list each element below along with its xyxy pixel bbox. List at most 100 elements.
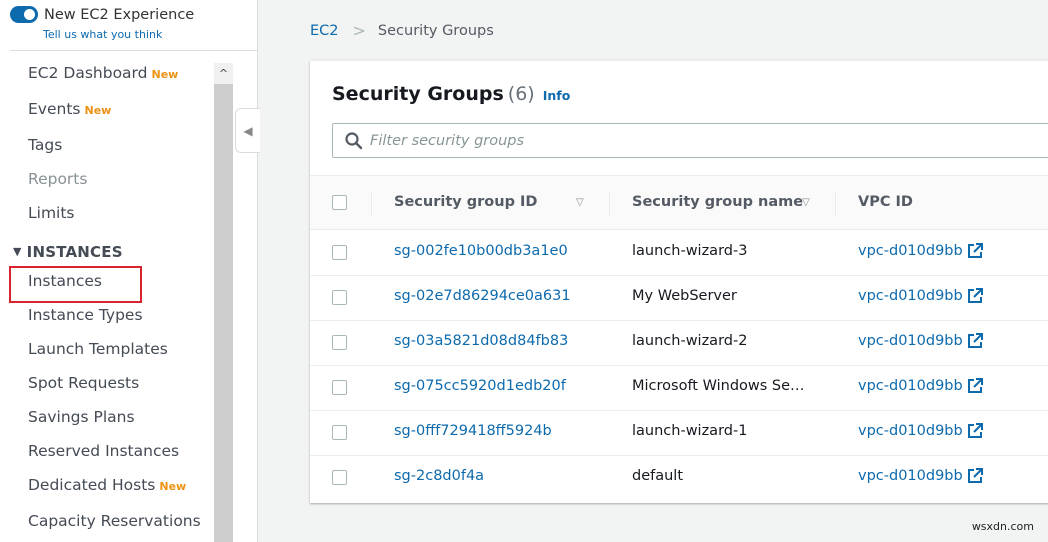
- security-group-id-link[interactable]: sg-075cc5920d1edb20f: [394, 378, 566, 394]
- external-link-icon: [967, 468, 983, 483]
- vpc-id-link[interactable]: vpc-d010d9bb: [858, 288, 983, 304]
- watermark: wsxdn.com: [971, 520, 1034, 533]
- sidebar-section-instances[interactable]: ▼ INSTANCES: [13, 243, 123, 261]
- sidebar-item-label: Reports: [28, 170, 88, 188]
- search-field[interactable]: [332, 123, 1048, 158]
- sidebar-item-launch-templates[interactable]: Launch Templates: [28, 340, 168, 358]
- vpc-id-text: vpc-d010d9bb: [858, 468, 963, 484]
- table-row[interactable]: sg-02e7d86294ce0a631 My WebServer vpc-d0…: [310, 276, 1048, 321]
- new-experience-toggle-row: New EC2 Experience: [10, 6, 194, 23]
- external-link-icon: [967, 378, 983, 393]
- new-badge: New: [84, 104, 112, 117]
- sidebar-item-capacity-reservations[interactable]: Capacity Reservations: [28, 512, 201, 530]
- security-group-name: launch-wizard-1: [632, 423, 748, 439]
- vpc-id-text: vpc-d010d9bb: [858, 423, 963, 439]
- search-input[interactable]: [370, 132, 970, 149]
- table-row[interactable]: sg-002fe10b00db3a1e0 launch-wizard-3 vpc…: [310, 231, 1048, 276]
- sidebar-item-label: Dedicated Hosts: [28, 476, 156, 494]
- chevron-up-icon: ^: [218, 67, 229, 80]
- external-link-icon: [967, 423, 983, 438]
- sidebar-item-label: Instance Types: [28, 306, 143, 324]
- table-row[interactable]: sg-0fff729418ff5924b launch-wizard-1 vpc…: [310, 411, 1048, 456]
- table-row[interactable]: sg-075cc5920d1edb20f Microsoft Windows S…: [310, 366, 1048, 411]
- new-badge: New: [151, 68, 179, 81]
- external-link-icon: [967, 333, 983, 348]
- security-group-id-link[interactable]: sg-03a5821d08d84fb83: [394, 333, 568, 349]
- section-label: INSTANCES: [26, 243, 123, 261]
- table-header: Security group ID ▽ Security group name …: [310, 175, 1048, 230]
- security-group-id-link[interactable]: sg-0fff729418ff5924b: [394, 423, 552, 439]
- vpc-id-link[interactable]: vpc-d010d9bb: [858, 468, 983, 484]
- security-group-id-link[interactable]: sg-02e7d86294ce0a631: [394, 288, 571, 304]
- sidebar-item-reserved-instances[interactable]: Reserved Instances: [28, 442, 179, 460]
- column-header-security-group-id[interactable]: Security group ID: [394, 194, 537, 210]
- search-icon: [345, 131, 363, 149]
- row-checkbox[interactable]: [332, 335, 347, 350]
- sidebar-item-dedicated-hosts[interactable]: Dedicated Hosts New: [28, 476, 186, 494]
- select-all-checkbox[interactable]: [332, 195, 347, 210]
- sidebar-item-spot-requests[interactable]: Spot Requests: [28, 374, 139, 392]
- security-group-name: Microsoft Windows Se…: [632, 378, 805, 394]
- sidebar-item-savings-plans[interactable]: Savings Plans: [28, 408, 135, 426]
- sidebar-scrollbar[interactable]: ^: [214, 63, 233, 542]
- row-checkbox[interactable]: [332, 470, 347, 485]
- security-group-name: launch-wizard-2: [632, 333, 748, 349]
- sort-icon[interactable]: ▽: [802, 197, 810, 208]
- new-experience-toggle[interactable]: [10, 6, 38, 23]
- vpc-id-text: vpc-d010d9bb: [858, 378, 963, 394]
- sidebar-item-reports[interactable]: Reports: [28, 170, 87, 188]
- security-groups-panel: Security Groups(6) Info Security group ID…: [310, 60, 1048, 503]
- row-checkbox[interactable]: [332, 425, 347, 440]
- scroll-up-button[interactable]: ^: [214, 63, 233, 84]
- triangle-down-icon: ▼: [13, 245, 22, 258]
- external-link-icon: [967, 243, 983, 258]
- highlight-annotation-box: [9, 266, 142, 303]
- new-experience-label: New EC2 Experience: [44, 6, 195, 23]
- chevron-right-icon: >: [352, 21, 366, 40]
- security-group-name: default: [632, 468, 684, 484]
- vpc-id-link[interactable]: vpc-d010d9bb: [858, 243, 983, 259]
- security-group-id-link[interactable]: sg-002fe10b00db3a1e0: [394, 243, 568, 259]
- row-checkbox[interactable]: [332, 380, 347, 395]
- security-group-name: My WebServer: [632, 288, 737, 304]
- breadcrumb: EC2 > Security Groups: [310, 21, 494, 40]
- collapse-sidebar-button[interactable]: ◀: [235, 108, 260, 153]
- column-header-vpc-id[interactable]: VPC ID: [858, 194, 913, 210]
- vpc-id-text: vpc-d010d9bb: [858, 243, 963, 259]
- sidebar-item-limits[interactable]: Limits: [28, 204, 75, 222]
- item-count: (6): [507, 83, 535, 105]
- sidebar-item-events[interactable]: Events New: [28, 100, 111, 118]
- sidebar-item-label: Limits: [28, 204, 75, 222]
- row-checkbox[interactable]: [332, 245, 347, 260]
- column-divider: [371, 191, 372, 217]
- sidebar-divider: [10, 50, 258, 51]
- info-link[interactable]: Info: [543, 88, 571, 103]
- panel-title-text: Security Groups: [332, 83, 504, 105]
- security-group-id-link[interactable]: sg-2c8d0f4a: [394, 468, 484, 484]
- vpc-id-link[interactable]: vpc-d010d9bb: [858, 333, 983, 349]
- sidebar-item-label: Events: [28, 100, 81, 118]
- column-header-security-group-name[interactable]: Security group name: [632, 194, 803, 210]
- table-row[interactable]: sg-03a5821d08d84fb83 launch-wizard-2 vpc…: [310, 321, 1048, 366]
- sidebar-item-tags[interactable]: Tags: [28, 136, 62, 154]
- vpc-id-link[interactable]: vpc-d010d9bb: [858, 423, 983, 439]
- column-divider: [835, 191, 836, 217]
- sidebar-item-label: Tags: [28, 136, 63, 154]
- caret-left-icon: ◀: [243, 123, 253, 138]
- vpc-id-link[interactable]: vpc-d010d9bb: [858, 378, 983, 394]
- page-title: Security Groups (6) Info: [332, 83, 570, 105]
- row-checkbox[interactable]: [332, 290, 347, 305]
- security-group-name: launch-wizard-3: [632, 243, 748, 259]
- sidebar-item-instance-types[interactable]: Instance Types: [28, 306, 143, 324]
- sort-icon[interactable]: ▽: [576, 197, 584, 208]
- feedback-link[interactable]: Tell us what you think: [43, 28, 162, 41]
- sidebar-item-label: Savings Plans: [28, 408, 135, 426]
- sidebar-item-label: Spot Requests: [28, 374, 140, 392]
- column-divider: [609, 191, 610, 217]
- sidebar-item-ec2-dashboard[interactable]: EC2 Dashboard New: [28, 64, 178, 82]
- vpc-id-text: vpc-d010d9bb: [858, 333, 963, 349]
- breadcrumb-ec2-link[interactable]: EC2: [310, 23, 339, 39]
- sidebar: New EC2 Experience Tell us what you thin…: [0, 0, 258, 542]
- vpc-id-text: vpc-d010d9bb: [858, 288, 963, 304]
- table-row[interactable]: sg-2c8d0f4a default vpc-d010d9bb: [310, 456, 1048, 501]
